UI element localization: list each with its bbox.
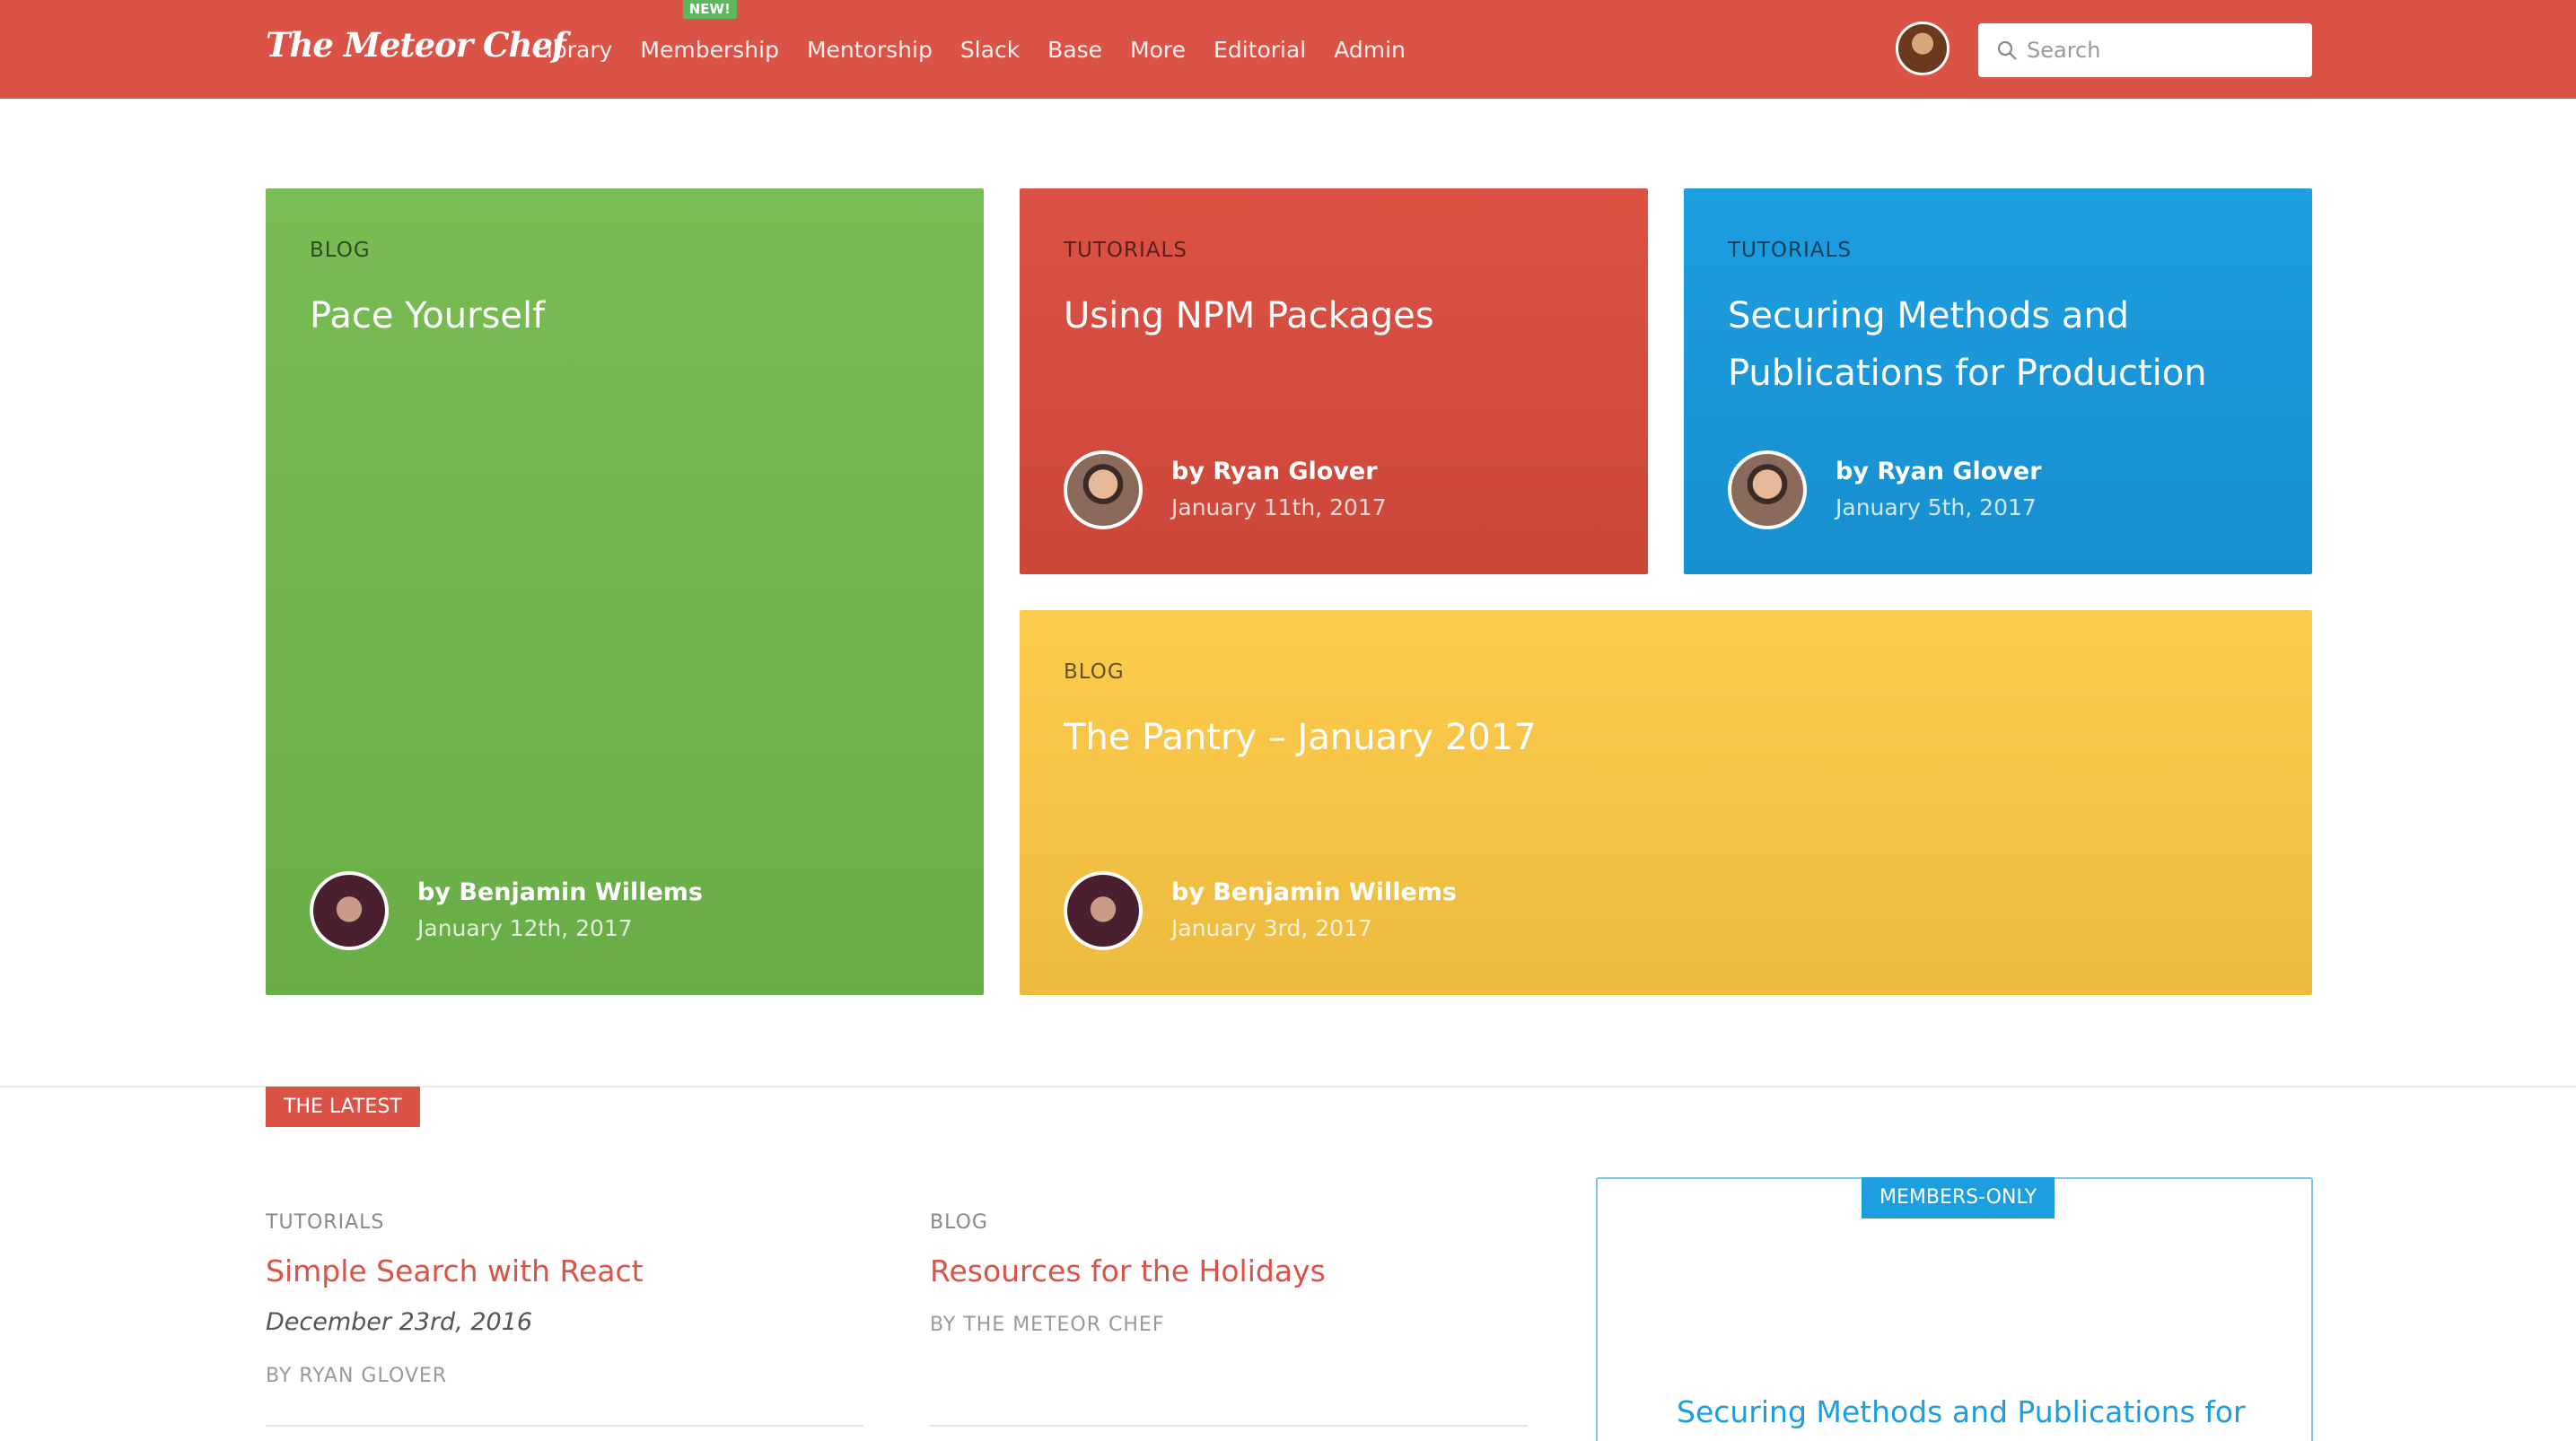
featured-card-npm-packages[interactable]: TUTORIALS Using NPM Packages by Ryan Glo… [1020,188,1648,574]
main-nav: Library Membership NEW! Mentorship Slack… [534,0,1433,99]
featured-card-securing-methods[interactable]: TUTORIALS Securing Methods and Publicati… [1684,188,2312,574]
latest-post-item: TUTORIALS Simple Search with React Decem… [266,1211,863,1427]
author-name: by Benjamin Willems [1171,878,1457,906]
card-title[interactable]: The Pantry – January 2017 [1064,709,2276,766]
search-icon [1997,40,2017,60]
search-input[interactable] [2027,38,2296,63]
top-navbar: The Meteor Chef Library Membership NEW! … [0,0,2576,99]
card-title[interactable]: Securing Methods and Publications for Pr… [1728,287,2276,402]
card-category: TUTORIALS [1728,239,1852,262]
post-date: December 23rd, 2016 [266,1308,533,1336]
nav-slack[interactable]: Slack [960,37,1020,63]
author-avatar [1728,450,1807,529]
post-rule [930,1425,1528,1427]
members-only-card[interactable]: MEMBERS-ONLY Securing Methods and Public… [1596,1177,2313,1441]
latest-post-item: BLOG Resources for the Holidays BY THE M… [930,1211,1528,1427]
post-title-link[interactable]: Resources for the Holidays [930,1253,1528,1288]
post-date: January 11th, 2017 [1171,494,1387,520]
post-byline: BY THE METEOR CHEF [930,1314,1165,1336]
post-category: BLOG [930,1211,988,1234]
card-category: BLOG [1064,660,1125,684]
card-category: TUTORIALS [1064,239,1187,262]
user-avatar[interactable] [1896,22,1950,75]
author-name: by Benjamin Willems [417,878,703,906]
post-date: January 5th, 2017 [1836,494,2037,520]
post-byline: BY RYAN GLOVER [266,1365,448,1387]
nav-membership-label: Membership [640,36,779,63]
author-avatar [1064,871,1143,950]
post-title-link[interactable]: Simple Search with React [266,1253,863,1288]
nav-base[interactable]: Base [1047,37,1102,63]
nav-more[interactable]: More [1130,37,1186,63]
nav-library[interactable]: Library [534,37,612,63]
author-avatar [310,871,389,950]
new-badge: NEW! [682,0,737,19]
post-rule [266,1425,863,1427]
featured-card-pantry[interactable]: BLOG The Pantry – January 2017 by Benjam… [1020,610,2312,995]
author-name: by Ryan Glover [1836,458,2042,485]
author-avatar [1064,450,1143,529]
card-title[interactable]: Pace Yourself [310,287,948,345]
members-only-tag: MEMBERS-ONLY [1862,1177,2055,1218]
card-author: by Ryan Glover January 11th, 2017 [1064,450,1387,529]
author-name: by Ryan Glover [1171,458,1378,485]
card-author: by Benjamin Willems January 12th, 2017 [310,871,703,950]
card-author: by Benjamin Willems January 3rd, 2017 [1064,871,1457,950]
card-author: by Ryan Glover January 5th, 2017 [1728,450,2042,529]
card-title[interactable]: Using NPM Packages [1064,287,1612,345]
nav-membership[interactable]: Membership NEW! [640,0,779,63]
nav-admin[interactable]: Admin [1334,37,1406,63]
post-category: TUTORIALS [266,1211,385,1234]
members-post-title-link[interactable]: Securing Methods and Publications for [1677,1394,2246,1429]
nav-editorial[interactable]: Editorial [1214,37,1306,63]
site-logo[interactable]: The Meteor Chef [266,25,566,65]
nav-mentorship[interactable]: Mentorship [807,37,933,63]
featured-card-pace-yourself[interactable]: BLOG Pace Yourself by Benjamin Willems J… [266,188,984,995]
card-category: BLOG [310,239,371,262]
search-box [1978,23,2312,77]
post-date: January 12th, 2017 [417,915,633,941]
post-date: January 3rd, 2017 [1171,915,1372,941]
latest-tag: THE LATEST [266,1087,420,1127]
